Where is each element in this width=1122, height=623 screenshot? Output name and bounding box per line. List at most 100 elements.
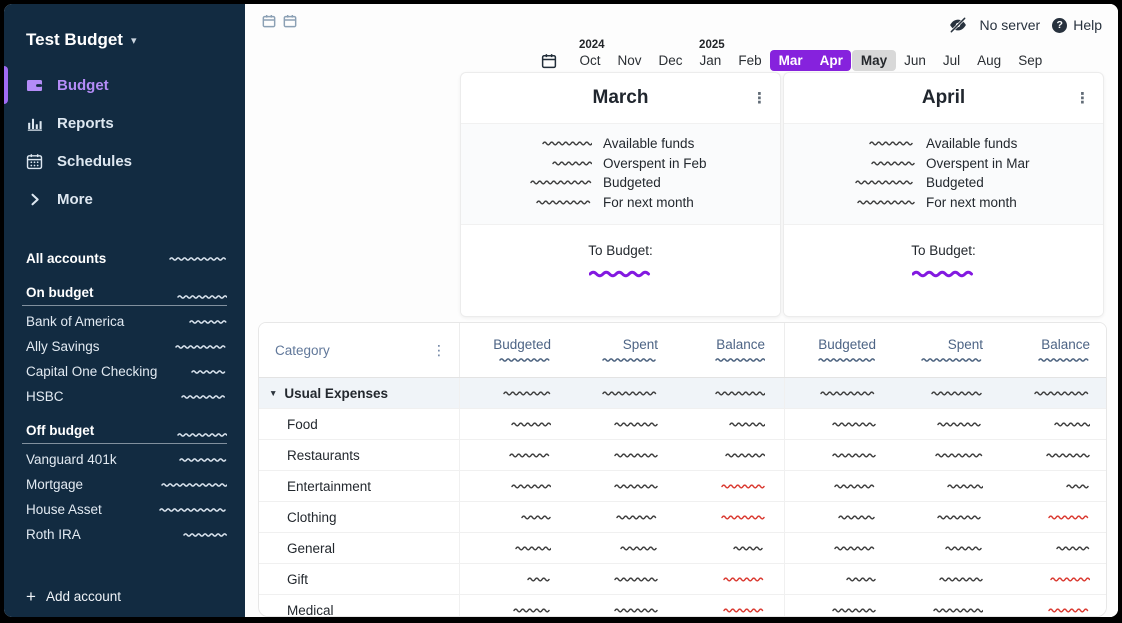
category-name-cell[interactable]: Clothing bbox=[259, 502, 459, 532]
add-account-button[interactable]: + Add account bbox=[26, 588, 121, 605]
cell-spent[interactable] bbox=[567, 471, 674, 501]
sidebar-account-item[interactable]: Roth IRA bbox=[4, 522, 245, 547]
sidebar-account-item[interactable]: Capital One Checking bbox=[4, 359, 245, 384]
timeline-month-mar[interactable]: Mar bbox=[770, 50, 811, 71]
cell-budgeted[interactable] bbox=[785, 533, 892, 563]
category-group-name-cell[interactable]: ▼Usual Expenses bbox=[259, 378, 459, 408]
cell-balance[interactable] bbox=[999, 440, 1106, 470]
cell-spent[interactable] bbox=[567, 378, 674, 408]
timeline-month-oct[interactable]: 2024Oct bbox=[571, 50, 609, 71]
cell-spent[interactable] bbox=[892, 378, 999, 408]
cell-budgeted[interactable] bbox=[785, 564, 892, 594]
cell-balance[interactable] bbox=[674, 378, 781, 408]
cell-balance[interactable] bbox=[674, 440, 781, 470]
show-one-month-button[interactable] bbox=[261, 13, 277, 29]
sidebar-item-budget[interactable]: Budget bbox=[4, 66, 245, 104]
sidebar-item-schedules[interactable]: Schedules bbox=[4, 142, 245, 180]
cell-balance[interactable] bbox=[999, 564, 1106, 594]
column-header-budgeted[interactable]: Budgeted bbox=[785, 323, 892, 377]
timeline-month-jul[interactable]: Jul bbox=[934, 50, 968, 71]
cell-balance[interactable] bbox=[999, 471, 1106, 501]
month-menu-button[interactable]: ⋮ bbox=[1075, 89, 1090, 107]
timeline-month-may[interactable]: May bbox=[852, 50, 895, 71]
cell-spent[interactable] bbox=[892, 595, 999, 617]
cell-spent[interactable] bbox=[892, 409, 999, 439]
cell-spent[interactable] bbox=[892, 471, 999, 501]
cell-budgeted[interactable] bbox=[460, 533, 567, 563]
cell-budgeted[interactable] bbox=[785, 440, 892, 470]
column-header-balance[interactable]: Balance bbox=[999, 323, 1106, 377]
timeline-month-jun[interactable]: Jun bbox=[896, 50, 935, 71]
cell-spent[interactable] bbox=[567, 564, 674, 594]
cell-balance[interactable] bbox=[674, 595, 781, 617]
timeline-month-jan[interactable]: 2025Jan bbox=[691, 50, 730, 71]
cell-balance[interactable] bbox=[674, 533, 781, 563]
column-header-spent[interactable]: Spent bbox=[567, 323, 674, 377]
cell-budgeted[interactable] bbox=[785, 378, 892, 408]
cell-balance[interactable] bbox=[674, 564, 781, 594]
sidebar-item-more[interactable]: More bbox=[4, 180, 245, 218]
cell-spent[interactable] bbox=[892, 564, 999, 594]
category-name-cell[interactable]: General bbox=[259, 533, 459, 563]
cell-budgeted[interactable] bbox=[785, 471, 892, 501]
accounts-section-header[interactable]: Off budget bbox=[22, 423, 227, 444]
category-name-cell[interactable]: Entertainment bbox=[259, 471, 459, 501]
help-button[interactable]: ? Help bbox=[1052, 17, 1102, 33]
category-menu-button[interactable]: ⋮ bbox=[432, 342, 446, 359]
timeline-month-nov[interactable]: Nov bbox=[609, 50, 650, 71]
sidebar-account-item[interactable]: HSBC bbox=[4, 384, 245, 409]
sidebar-account-item[interactable]: Bank of America bbox=[4, 309, 245, 334]
column-header-budgeted[interactable]: Budgeted bbox=[460, 323, 567, 377]
column-header-spent[interactable]: Spent bbox=[892, 323, 999, 377]
cell-budgeted[interactable] bbox=[460, 471, 567, 501]
cell-spent[interactable] bbox=[892, 502, 999, 532]
cell-balance[interactable] bbox=[999, 533, 1106, 563]
cell-budgeted[interactable] bbox=[460, 440, 567, 470]
cell-spent[interactable] bbox=[567, 533, 674, 563]
cell-spent[interactable] bbox=[567, 409, 674, 439]
category-name-cell[interactable]: Restaurants bbox=[259, 440, 459, 470]
cell-budgeted[interactable] bbox=[460, 595, 567, 617]
timeline-month-sep[interactable]: Sep bbox=[1010, 50, 1051, 71]
sidebar-account-item[interactable]: Mortgage bbox=[4, 472, 245, 497]
cell-budgeted[interactable] bbox=[785, 409, 892, 439]
cell-budgeted[interactable] bbox=[785, 502, 892, 532]
cell-spent[interactable] bbox=[567, 502, 674, 532]
cell-balance[interactable] bbox=[999, 502, 1106, 532]
sidebar-account-item[interactable]: Vanguard 401k bbox=[4, 447, 245, 472]
sidebar-item-all-accounts[interactable]: All accounts bbox=[4, 246, 245, 271]
cell-balance[interactable] bbox=[999, 378, 1106, 408]
show-two-months-button[interactable] bbox=[282, 13, 298, 29]
category-name-cell[interactable]: Gift bbox=[259, 564, 459, 594]
column-header-balance[interactable]: Balance bbox=[674, 323, 781, 377]
cell-spent[interactable] bbox=[567, 595, 674, 617]
cell-balance[interactable] bbox=[999, 409, 1106, 439]
cell-balance[interactable] bbox=[674, 471, 781, 501]
cell-spent[interactable] bbox=[892, 533, 999, 563]
cell-balance[interactable] bbox=[674, 409, 781, 439]
category-name-cell[interactable]: Medical bbox=[259, 595, 459, 617]
timeline-month-apr[interactable]: Apr bbox=[811, 50, 851, 71]
cell-balance[interactable] bbox=[674, 502, 781, 532]
cell-spent[interactable] bbox=[892, 440, 999, 470]
budget-switcher[interactable]: Test Budget ▾ bbox=[26, 30, 245, 50]
server-status-button[interactable]: No server bbox=[980, 17, 1041, 33]
cell-budgeted[interactable] bbox=[460, 502, 567, 532]
sidebar-item-reports[interactable]: Reports bbox=[4, 104, 245, 142]
timeline-month-feb[interactable]: Feb bbox=[730, 50, 770, 71]
timeline-month-dec[interactable]: Dec bbox=[650, 50, 691, 71]
cell-spent[interactable] bbox=[567, 440, 674, 470]
timeline-month-aug[interactable]: Aug bbox=[969, 50, 1010, 71]
to-budget-amount[interactable] bbox=[461, 269, 780, 279]
cell-balance[interactable] bbox=[999, 595, 1106, 617]
category-name-cell[interactable]: Food bbox=[259, 409, 459, 439]
accounts-section-header[interactable]: On budget bbox=[22, 285, 227, 306]
cell-budgeted[interactable] bbox=[460, 378, 567, 408]
sidebar-account-item[interactable]: House Asset bbox=[4, 497, 245, 522]
privacy-toggle[interactable] bbox=[948, 15, 968, 35]
cell-budgeted[interactable] bbox=[785, 595, 892, 617]
cell-budgeted[interactable] bbox=[460, 409, 567, 439]
sidebar-account-item[interactable]: Ally Savings bbox=[4, 334, 245, 359]
month-picker-button[interactable] bbox=[540, 52, 558, 70]
cell-budgeted[interactable] bbox=[460, 564, 567, 594]
